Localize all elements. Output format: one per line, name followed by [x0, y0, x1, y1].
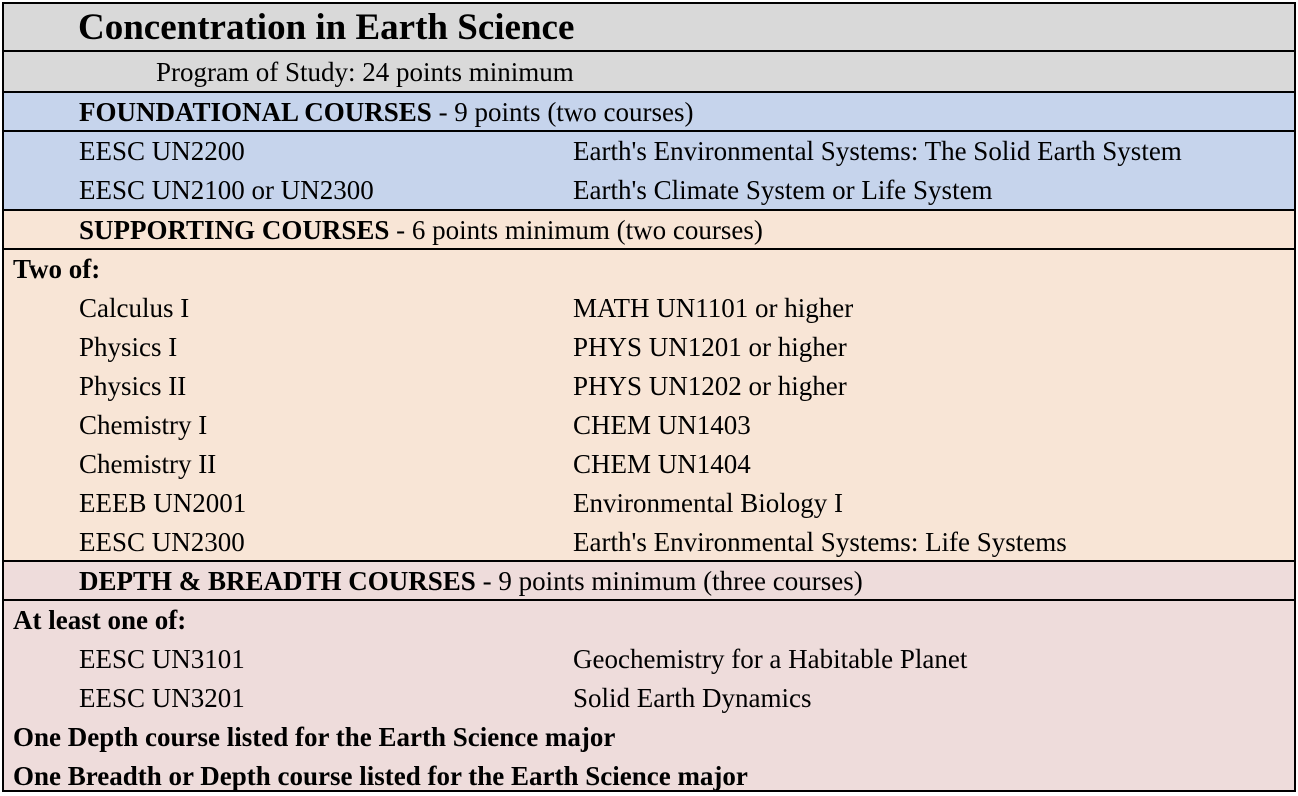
- course-row: Chemistry II CHEM UN1404: [4, 445, 1294, 484]
- course-name: Environmental Biology I: [573, 488, 843, 518]
- supporting-heading-detail: - 6 points minimum (two courses): [389, 215, 763, 245]
- course-code: Physics I: [79, 332, 178, 362]
- course-row: EEEB UN2001 Environmental Biology I: [4, 484, 1294, 523]
- depth-section: At least one of: EESC UN3101 Geochemistr…: [4, 599, 1294, 791]
- requirements-sheet: Concentration in Earth Science Program o…: [2, 2, 1296, 792]
- depth-heading-line: DEPTH & BREADTH COURSES - 9 points minim…: [4, 562, 1294, 601]
- course-name: Earth's Environmental Systems: Life Syst…: [573, 527, 1067, 557]
- course-code: EESC UN2100 or UN2300: [79, 175, 374, 205]
- supporting-section: Two of: Calculus I MATH UN1101 or higher…: [4, 248, 1294, 560]
- supporting-heading-row: SUPPORTING COURSES - 6 points minimum (t…: [4, 209, 1294, 248]
- course-name: Solid Earth Dynamics: [573, 683, 812, 713]
- course-name: Earth's Environmental Systems: The Solid…: [573, 136, 1182, 166]
- requirement-note: One Depth course listed for the Earth Sc…: [13, 722, 616, 752]
- course-row: EESC UN2100 or UN2300 Earth's Climate Sy…: [4, 171, 1294, 210]
- course-code: EEEB UN2001: [79, 488, 247, 518]
- note-row: One Depth course listed for the Earth Sc…: [4, 718, 1294, 757]
- course-name: Geochemistry for a Habitable Planet: [573, 644, 968, 674]
- course-row: Calculus I MATH UN1101 or higher: [4, 289, 1294, 328]
- course-row: Physics I PHYS UN1201 or higher: [4, 328, 1294, 367]
- course-code: Physics II: [79, 371, 187, 401]
- depth-heading-detail: - 9 points minimum (three courses): [475, 566, 863, 596]
- foundational-heading-row: FOUNDATIONAL COURSES - 9 points (two cou…: [4, 93, 1294, 132]
- supporting-heading-line: SUPPORTING COURSES - 6 points minimum (t…: [4, 211, 1294, 250]
- course-row: EESC UN2200 Earth's Environmental System…: [4, 132, 1294, 171]
- course-code: Calculus I: [79, 293, 190, 323]
- requirement-note: One Breadth or Depth course listed for t…: [13, 761, 748, 791]
- course-row: EESC UN2300 Earth's Environmental System…: [4, 523, 1294, 562]
- foundational-heading-label: FOUNDATIONAL COURSES: [79, 97, 432, 127]
- course-name: CHEM UN1404: [573, 449, 751, 479]
- note-row: One Breadth or Depth course listed for t…: [4, 757, 1294, 796]
- course-name: MATH UN1101 or higher: [573, 293, 854, 323]
- title-row: Concentration in Earth Science: [4, 2, 1294, 50]
- program-row: Program of Study: 24 points minimum: [4, 50, 1294, 91]
- page-title: Concentration in Earth Science: [78, 7, 575, 48]
- course-code: EESC UN2300: [79, 527, 245, 557]
- depth-heading-label: DEPTH & BREADTH COURSES: [79, 566, 476, 596]
- group-label: Two of:: [13, 254, 101, 284]
- course-name: PHYS UN1202 or higher: [573, 371, 847, 401]
- course-code: Chemistry I: [79, 410, 208, 440]
- course-row: Chemistry I CHEM UN1403: [4, 406, 1294, 445]
- course-name: CHEM UN1403: [573, 410, 751, 440]
- course-name: Earth's Climate System or Life System: [573, 175, 993, 205]
- course-code: EESC UN3201: [79, 683, 245, 713]
- group-label-row: Two of:: [4, 250, 1294, 289]
- program-summary: Program of Study: 24 points minimum: [156, 57, 574, 87]
- supporting-heading: SUPPORTING COURSES - 6 points minimum (t…: [79, 211, 763, 250]
- course-row: EESC UN3201 Solid Earth Dynamics: [4, 679, 1294, 718]
- depth-heading-row: DEPTH & BREADTH COURSES - 9 points minim…: [4, 560, 1294, 599]
- group-label: At least one of:: [13, 605, 187, 635]
- course-name: PHYS UN1201 or higher: [573, 332, 847, 362]
- course-row: Physics II PHYS UN1202 or higher: [4, 367, 1294, 406]
- foundational-heading-detail: - 9 points (two courses): [431, 97, 694, 127]
- course-row: EESC UN3101 Geochemistry for a Habitable…: [4, 640, 1294, 679]
- course-code: Chemistry II: [79, 449, 217, 479]
- depth-heading: DEPTH & BREADTH COURSES - 9 points minim…: [79, 562, 863, 601]
- foundational-heading: FOUNDATIONAL COURSES - 9 points (two cou…: [79, 93, 694, 132]
- supporting-heading-label: SUPPORTING COURSES: [79, 215, 390, 245]
- group-label-row: At least one of:: [4, 601, 1294, 640]
- course-code: EESC UN2200: [79, 136, 245, 166]
- course-code: EESC UN3101: [79, 644, 245, 674]
- foundational-courses: EESC UN2200 Earth's Environmental System…: [4, 130, 1294, 209]
